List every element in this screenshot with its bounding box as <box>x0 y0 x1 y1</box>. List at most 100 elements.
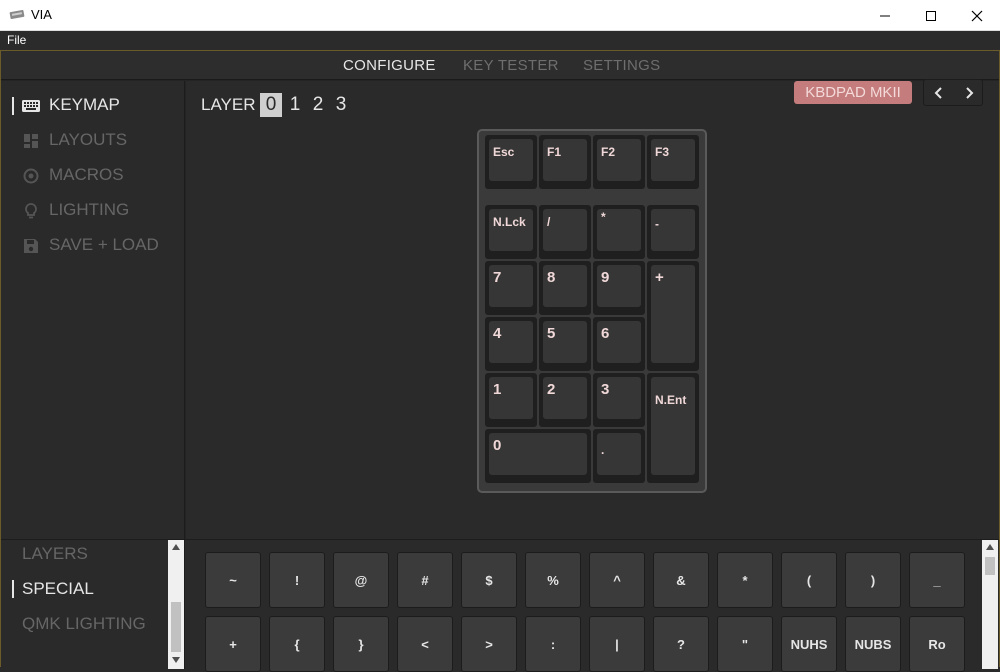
keycode-dollar[interactable]: $ <box>461 552 517 608</box>
prev-keyboard-button[interactable] <box>924 80 954 105</box>
menubar: File <box>0 31 1000 50</box>
key-minus[interactable]: - <box>647 205 699 259</box>
layer-3-button[interactable]: 3 <box>330 93 352 117</box>
key-0[interactable]: 0 <box>485 429 591 483</box>
keycode-ampersand[interactable]: & <box>653 552 709 608</box>
category-qmk-lighting[interactable]: QMK LIGHTING <box>22 614 146 634</box>
minimize-button[interactable] <box>862 0 908 31</box>
keyboard-name-badge[interactable]: KBDPAD MKII <box>794 81 912 104</box>
triangle-up-icon <box>172 544 180 550</box>
sidebar: KEYMAP LAYOUTS MACROS LIGHTING SAVE + LO… <box>1 81 185 539</box>
key-asterisk[interactable]: * <box>593 205 645 259</box>
scroll-up-arrow[interactable] <box>982 540 998 554</box>
key-slash[interactable]: / <box>539 205 591 259</box>
maximize-icon <box>926 10 936 21</box>
key-3[interactable]: 3 <box>593 373 645 427</box>
keyboard-icon <box>22 100 40 112</box>
sidebar-item-lighting[interactable]: LIGHTING <box>1 198 185 228</box>
floppy-disk-icon <box>24 239 38 253</box>
sidebar-item-label: LAYOUTS <box>49 130 128 149</box>
menu-file[interactable]: File <box>7 33 26 47</box>
sidebar-item-label: LIGHTING <box>49 200 130 219</box>
keyboard-switcher <box>923 79 983 106</box>
keycode-underscore[interactable]: _ <box>909 552 965 608</box>
keycode-greater-than[interactable]: > <box>461 616 517 672</box>
keycode-pipe[interactable]: | <box>589 616 645 672</box>
scrollbar-thumb[interactable] <box>985 557 995 575</box>
keycode-exclaim[interactable]: ! <box>269 552 325 608</box>
active-indicator <box>12 580 14 598</box>
app-area: CONFIGURE KEY TESTER SETTINGS KEYMAP LAY… <box>0 50 1000 672</box>
keycode-double-quote[interactable]: " <box>717 616 773 672</box>
top-navigation: CONFIGURE KEY TESTER SETTINGS <box>1 51 999 80</box>
key-esc[interactable]: Esc <box>485 135 537 189</box>
sidebar-item-label: MACROS <box>49 165 124 184</box>
sidebar-item-layouts[interactable]: LAYOUTS <box>1 128 185 158</box>
category-scrollbar[interactable] <box>168 540 184 669</box>
scroll-down-arrow[interactable] <box>168 653 184 667</box>
dashboard-icon <box>24 134 38 148</box>
category-special[interactable]: SPECIAL <box>22 579 94 599</box>
key-6[interactable]: 6 <box>593 317 645 371</box>
key-9[interactable]: 9 <box>593 261 645 315</box>
keycode-colon[interactable]: : <box>525 616 581 672</box>
keycode-percent[interactable]: % <box>525 552 581 608</box>
keycode-picker: LAYERS SPECIAL QMK LIGHTING ~ ! @ # $ % … <box>1 539 999 672</box>
keycode-left-paren[interactable]: ( <box>781 552 837 608</box>
close-icon <box>971 10 983 21</box>
keycode-less-than[interactable]: < <box>397 616 453 672</box>
key-f3[interactable]: F3 <box>647 135 699 189</box>
keycode-hash[interactable]: # <box>397 552 453 608</box>
keymap-panel: LAYER 0 1 2 3 KBDPAD MKII Esc F1 F2 F3 N… <box>186 79 999 539</box>
keycode-asterisk[interactable]: * <box>717 552 773 608</box>
circle-dot-icon <box>23 168 39 184</box>
active-indicator <box>12 97 14 115</box>
keycode-at[interactable]: @ <box>333 552 389 608</box>
chevron-right-icon <box>966 86 974 99</box>
tab-settings[interactable]: SETTINGS <box>583 57 660 74</box>
close-button[interactable] <box>954 0 1000 31</box>
key-plus[interactable]: + <box>647 261 699 371</box>
key-1[interactable]: 1 <box>485 373 537 427</box>
triangle-down-icon <box>172 657 180 663</box>
window-titlebar: VIA <box>0 0 1000 31</box>
keycode-nubs[interactable]: NUBS <box>845 616 901 672</box>
sidebar-item-keymap[interactable]: KEYMAP <box>1 93 185 123</box>
layer-1-button[interactable]: 1 <box>284 93 306 117</box>
keycode-question[interactable]: ? <box>653 616 709 672</box>
keycode-nuhs[interactable]: NUHS <box>781 616 837 672</box>
key-numpad-enter[interactable]: N.Ent <box>647 373 699 483</box>
key-8[interactable]: 8 <box>539 261 591 315</box>
keycode-right-paren[interactable]: ) <box>845 552 901 608</box>
tab-configure[interactable]: CONFIGURE <box>343 57 436 74</box>
sidebar-item-label: KEYMAP <box>49 95 120 114</box>
key-decimal[interactable]: . <box>593 429 645 483</box>
key-2[interactable]: 2 <box>539 373 591 427</box>
key-numlock[interactable]: N.Lck <box>485 205 537 259</box>
key-5[interactable]: 5 <box>539 317 591 371</box>
key-f1[interactable]: F1 <box>539 135 591 189</box>
keycode-ro[interactable]: Ro <box>909 616 965 672</box>
key-f2[interactable]: F2 <box>593 135 645 189</box>
tab-key-tester[interactable]: KEY TESTER <box>463 57 559 74</box>
scrollbar-thumb[interactable] <box>171 602 181 652</box>
key-7[interactable]: 7 <box>485 261 537 315</box>
keycode-tilde[interactable]: ~ <box>205 552 261 608</box>
scroll-up-arrow[interactable] <box>168 540 184 554</box>
keycode-plus[interactable]: + <box>205 616 261 672</box>
keycode-right-brace[interactable]: } <box>333 616 389 672</box>
sidebar-item-macros[interactable]: MACROS <box>1 163 185 193</box>
sidebar-item-save-load[interactable]: SAVE + LOAD <box>1 233 185 263</box>
layer-0-button[interactable]: 0 <box>260 93 282 117</box>
keycode-scrollbar[interactable] <box>982 540 998 669</box>
key-4[interactable]: 4 <box>485 317 537 371</box>
next-keyboard-button[interactable] <box>954 80 984 105</box>
keycode-grid: ~ ! @ # $ % ^ & * ( ) _ + { } < > : | ? … <box>186 540 982 672</box>
keycode-caret[interactable]: ^ <box>589 552 645 608</box>
keycode-left-brace[interactable]: { <box>269 616 325 672</box>
category-layers[interactable]: LAYERS <box>22 544 88 564</box>
maximize-button[interactable] <box>908 0 954 31</box>
layer-2-button[interactable]: 2 <box>307 93 329 117</box>
keyboard-layout: Esc F1 F2 F3 N.Lck / * - 7 8 9 + 4 5 6 1… <box>477 129 707 493</box>
chevron-left-icon <box>934 86 942 99</box>
